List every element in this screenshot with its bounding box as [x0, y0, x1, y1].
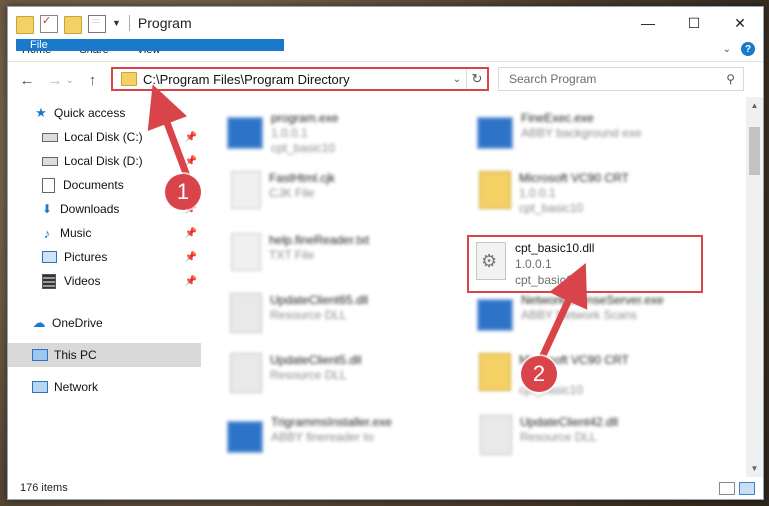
arrow-to-dll-file: [536, 262, 588, 366]
annotation-arrows: [147, 84, 588, 366]
step-1-badge: 1: [165, 174, 201, 210]
arrow-to-address-bar: [147, 84, 191, 180]
step-2-badge: 2: [521, 356, 557, 392]
